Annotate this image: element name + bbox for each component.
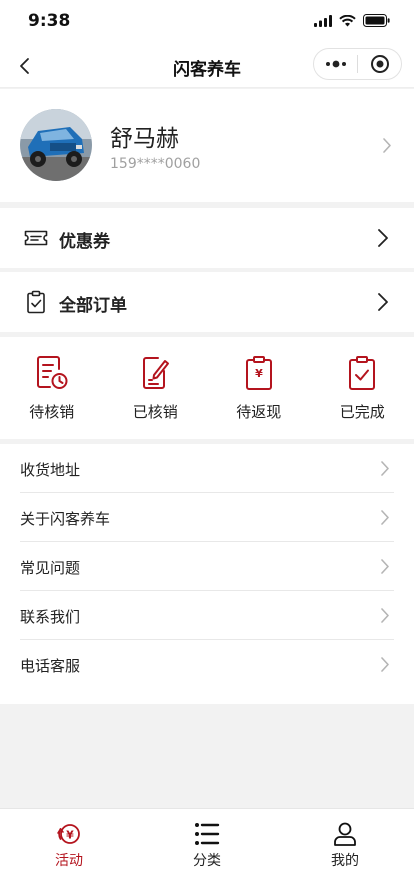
order-status-label: 已核销	[132, 403, 178, 421]
coupon-label: 优惠券	[59, 232, 110, 252]
pending-writeoff-icon	[36, 356, 68, 389]
tab-category[interactable]: 分类	[138, 809, 276, 896]
order-status-pending-cashback[interactable]: ¥ 待返现	[207, 337, 311, 439]
chevron-right-icon	[381, 559, 389, 574]
profile-icon	[334, 822, 356, 846]
chevron-right-icon	[381, 657, 389, 672]
tab-activity[interactable]: ¥ 活动	[0, 809, 138, 896]
chevron-right-icon	[381, 608, 389, 623]
menu-item-label: 关于闪客养车	[20, 510, 111, 528]
order-status-label: 已完成	[339, 403, 385, 421]
tab-label: 分类	[193, 853, 221, 869]
chevron-right-icon	[378, 229, 388, 247]
order-status-label: 待核销	[29, 403, 75, 421]
avatar[interactable]	[20, 109, 92, 181]
svg-text:¥: ¥	[255, 367, 263, 380]
order-status-written-off[interactable]: 已核销	[104, 337, 208, 439]
svg-text:¥: ¥	[66, 829, 74, 842]
menu-item-phone-service[interactable]: 电话客服	[20, 640, 394, 689]
menu-item-label: 联系我们	[20, 608, 81, 626]
order-list-icon	[27, 290, 45, 314]
menu-item-label: 电话客服	[20, 657, 81, 675]
pending-cashback-icon: ¥	[245, 356, 272, 390]
category-icon	[195, 823, 220, 845]
coupon-row[interactable]: 优惠券	[0, 208, 414, 268]
order-status-label: 待返现	[236, 403, 282, 421]
tab-profile[interactable]: 我的	[276, 809, 414, 896]
status-icons	[314, 14, 390, 27]
more-icon	[325, 60, 346, 68]
all-orders-row[interactable]: 全部订单	[0, 272, 414, 332]
chevron-right-icon	[381, 461, 389, 476]
chevron-right-icon	[383, 138, 391, 153]
order-status-grid: 待核销 已核销 ¥ 待返现 已完成	[0, 337, 414, 439]
settings-menu: 收货地址 关于闪客养车 常见问题 联系我们 电话客服	[0, 444, 414, 704]
tab-bar: ¥ 活动 分类 我的	[0, 808, 414, 896]
profile-card[interactable]: 舒马赫 159****0060	[0, 89, 414, 202]
order-status-completed[interactable]: 已完成	[311, 337, 414, 439]
menu-item-label: 常见问题	[20, 559, 81, 577]
target-icon	[370, 55, 389, 73]
activity-icon: ¥	[57, 824, 80, 844]
written-off-icon	[143, 357, 170, 389]
coupon-icon	[24, 230, 48, 246]
tab-label: 活动	[55, 853, 83, 869]
tab-label: 我的	[331, 853, 359, 869]
completed-icon	[349, 356, 376, 390]
chevron-right-icon	[378, 293, 388, 311]
menu-item-label: 收货地址	[20, 461, 81, 479]
menu-item-address[interactable]: 收货地址	[20, 444, 394, 493]
status-bar: 9:38	[0, 0, 414, 44]
nav-bar: 闪客养车	[0, 44, 414, 88]
battery-icon	[363, 14, 390, 27]
more-button[interactable]	[314, 49, 357, 79]
user-name: 舒马赫	[110, 126, 179, 152]
chevron-right-icon	[381, 510, 389, 525]
mini-program-capsule	[313, 48, 402, 80]
signal-icon	[314, 14, 332, 27]
all-orders-label: 全部订单	[59, 296, 127, 316]
order-status-pending-writeoff[interactable]: 待核销	[0, 337, 104, 439]
close-miniprogram-button[interactable]	[358, 49, 401, 79]
menu-item-faq[interactable]: 常见问题	[20, 542, 394, 591]
menu-item-about[interactable]: 关于闪客养车	[20, 493, 394, 542]
wifi-icon	[339, 14, 356, 26]
user-phone: 159****0060	[110, 156, 201, 172]
status-time: 9:38	[28, 11, 71, 31]
menu-item-contact[interactable]: 联系我们	[20, 591, 394, 640]
